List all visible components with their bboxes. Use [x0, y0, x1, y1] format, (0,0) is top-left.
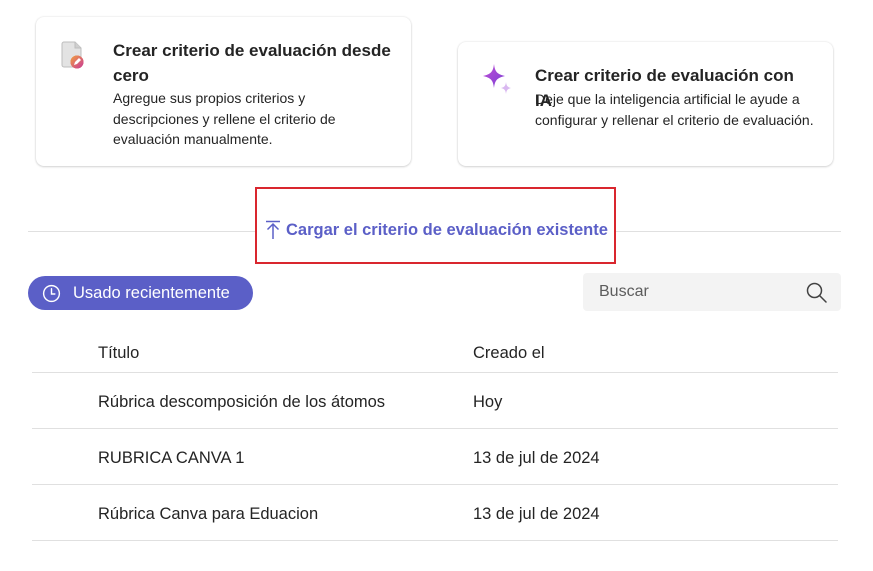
search-input[interactable]: [583, 273, 793, 311]
table-row[interactable]: Rúbrica Canva para Eduacion 13 de jul de…: [32, 485, 838, 541]
recently-used-label: Usado recientemente: [73, 283, 230, 302]
column-header-created[interactable]: Creado el: [473, 344, 545, 363]
divider-left: [28, 231, 255, 232]
table-header: Título Creado el: [32, 336, 838, 373]
search-icon[interactable]: [806, 282, 827, 303]
sparkle-icon: [480, 62, 511, 96]
upload-existing-rubric-link[interactable]: Cargar el criterio de evaluación existen…: [265, 220, 608, 240]
table-row[interactable]: Rúbrica descomposición de los átomos Hoy: [32, 373, 838, 429]
card-title: Crear criterio de evaluación desde cero: [113, 41, 391, 85]
create-from-scratch-card[interactable]: Crear criterio de evaluación desde cero …: [36, 17, 411, 166]
row-created: Hoy: [473, 393, 503, 411]
row-title: Rúbrica Canva para Eduacion: [98, 505, 319, 523]
create-with-ai-card[interactable]: Crear criterio de evaluación con IA Deje…: [458, 42, 833, 166]
upload-link-label: Cargar el criterio de evaluación existen…: [286, 220, 608, 239]
table-row[interactable]: RUBRICA CANVA 1 13 de jul de 2024: [32, 429, 838, 485]
clock-icon: [42, 284, 61, 302]
row-title: RUBRICA CANVA 1: [98, 449, 245, 467]
row-title: Rúbrica descomposición de los átomos: [98, 393, 386, 411]
row-created: 13 de jul de 2024: [473, 449, 600, 467]
upload-arrow-icon: [266, 220, 280, 239]
search-box: [583, 273, 841, 311]
card-description: Deje que la inteligencia artificial le a…: [535, 91, 814, 128]
recently-used-button[interactable]: Usado recientemente: [28, 276, 253, 310]
row-created: 13 de jul de 2024: [473, 505, 600, 523]
upload-highlight-box: Cargar el criterio de evaluación existen…: [255, 187, 616, 264]
divider-right: [616, 231, 841, 232]
column-header-title[interactable]: Título: [98, 344, 139, 363]
document-pencil-icon: [58, 39, 88, 73]
card-description: Agregue sus propios criterios y descripc…: [113, 90, 336, 147]
